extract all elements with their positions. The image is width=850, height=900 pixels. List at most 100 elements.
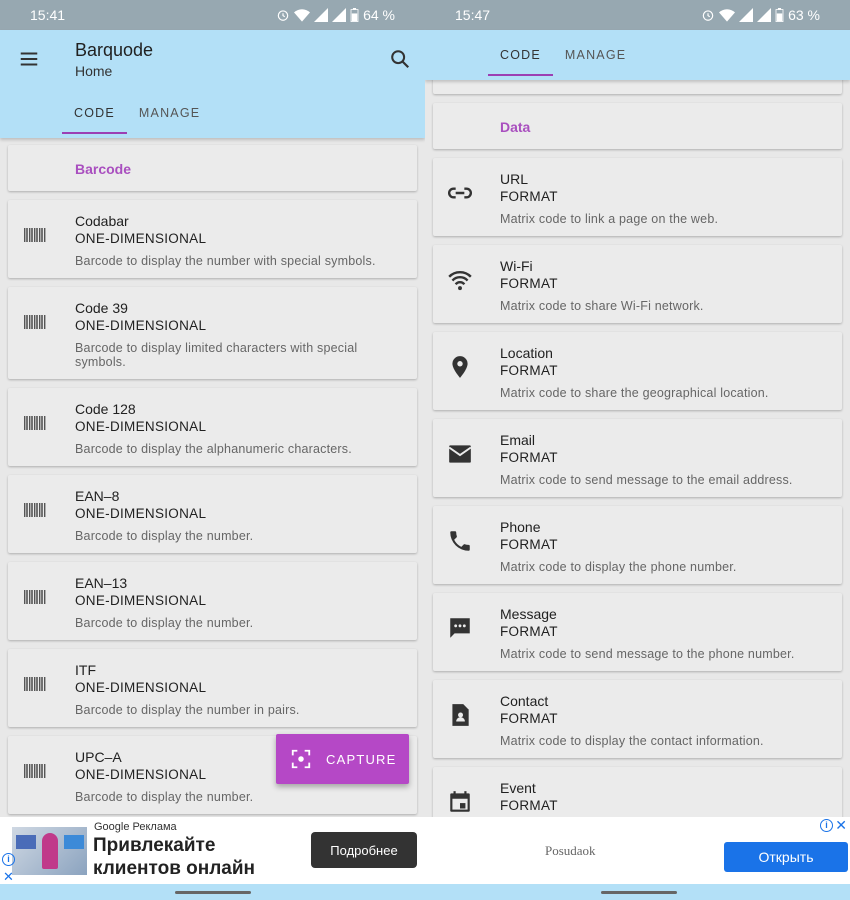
item-description: Barcode to display the alphanumeric char… <box>75 442 352 456</box>
ad-headline-line2: клиентов онлайн <box>93 858 256 879</box>
item-title: Message <box>500 606 557 622</box>
capture-label: CAPTURE <box>326 751 397 767</box>
section-header-data: Data <box>433 103 842 149</box>
phone-icon <box>447 528 473 554</box>
alarm-icon <box>277 10 289 21</box>
gesture-handle[interactable] <box>601 891 677 894</box>
item-format: ONE-DIMENSIONAL <box>75 231 207 246</box>
ad-close-icon[interactable]: ✕ <box>835 817 847 834</box>
item-format: ONE-DIMENSIONAL <box>75 419 207 434</box>
ad-banner[interactable]: i ✕ Google Реклама Привлекайте клиентов … <box>0 817 425 884</box>
status-time: 15:41 <box>30 7 66 23</box>
tab-manage[interactable]: MANAGE <box>127 96 212 134</box>
ad-headline-line1: Привлекайте <box>93 835 216 856</box>
list-item-phone[interactable]: Phone FORMAT Matrix code to display the ph… <box>433 506 842 584</box>
item-format: FORMAT <box>500 624 558 639</box>
list-item-wi-fi[interactable]: Wi-Fi FORMAT Matrix code to share Wi-Fi ne… <box>433 245 842 323</box>
item-title: EAN–8 <box>75 488 120 504</box>
wifi-status-icon <box>294 9 311 22</box>
list-item-contact[interactable]: Contact FORMAT Matrix code to display the … <box>433 680 842 758</box>
item-format: ONE-DIMENSIONAL <box>75 680 207 695</box>
email-icon <box>447 441 473 467</box>
item-description: Barcode to display the number. <box>75 529 254 543</box>
item-format: FORMAT <box>500 189 558 204</box>
list-item-location[interactable]: Location FORMAT Matrix code to share the g… <box>433 332 842 410</box>
section-label: Barcode <box>75 161 132 177</box>
list-item-itf[interactable]: ITF ONE-DIMENSIONAL Barcode to display the… <box>8 649 417 727</box>
barcode-icon <box>22 758 48 784</box>
gesture-handle[interactable] <box>175 891 251 894</box>
status-icons: 64 % <box>276 7 395 23</box>
list-item-code-39[interactable]: Code 39 ONE-DIMENSIONAL Barcode to display… <box>8 287 417 379</box>
battery-percent: 63 % <box>788 7 820 23</box>
list-item-event[interactable]: Event FORMAT <box>433 767 842 817</box>
item-description: Matrix code to send message to the email… <box>500 473 793 487</box>
status-bar: 15:41 64 % <box>0 0 425 30</box>
menu-icon[interactable] <box>18 48 40 70</box>
ad-info-icon[interactable]: i <box>820 819 833 832</box>
tab-bar: CODE MANAGE <box>488 38 638 76</box>
ad-close-icon[interactable]: ✕ <box>3 869 14 885</box>
list-item-ean-8[interactable]: EAN–8 ONE-DIMENSIONAL Barcode to display t… <box>8 475 417 553</box>
list-item-url[interactable]: URL FORMAT Matrix code to link a page on t… <box>433 158 842 236</box>
wifi-status-icon <box>719 9 736 22</box>
tab-code[interactable]: CODE <box>62 96 127 134</box>
capture-button[interactable]: CAPTURE <box>276 734 409 784</box>
signal-icon-2 <box>332 8 347 22</box>
ad-banner[interactable]: i ✕ Posudaok Открыть <box>425 817 850 884</box>
battery-percent: 64 % <box>363 7 395 23</box>
code-list-viewport[interactable]: Barcode Codabar ONE-DIMENSIONAL Barcode to… <box>0 138 425 817</box>
calendar-icon <box>447 789 473 815</box>
status-bar: 15:47 63 % <box>425 0 850 30</box>
app-subtitle: Home <box>75 63 113 79</box>
item-title: Event <box>500 780 536 796</box>
item-format: FORMAT <box>500 276 558 291</box>
navigation-bar <box>0 884 425 900</box>
signal-icon <box>314 8 329 22</box>
list-item-code-128[interactable]: Code 128 ONE-DIMENSIONAL Barcode to displa… <box>8 388 417 466</box>
contact-icon <box>447 702 473 728</box>
item-description: Barcode to display the number in pairs. <box>75 703 300 717</box>
item-description: Barcode to display the number. <box>75 616 254 630</box>
ad-more-button[interactable]: Подробнее <box>311 832 417 868</box>
location-pin-icon <box>447 354 473 380</box>
list-item-email[interactable]: Email FORMAT Matrix code to send message t… <box>433 419 842 497</box>
capture-icon <box>291 749 311 769</box>
item-description: Matrix code to share the geographical lo… <box>500 386 769 400</box>
barcode-icon <box>22 671 48 697</box>
item-title: EAN–13 <box>75 575 128 591</box>
item-description: Barcode to display limited characters wi… <box>75 341 358 369</box>
item-format: ONE-DIMENSIONAL <box>75 318 207 333</box>
tab-bar: CODE MANAGE <box>62 96 212 134</box>
code-list-viewport[interactable]: Data URL FORMAT Matrix code to link a page… <box>425 80 850 817</box>
status-icons: 63 % <box>701 7 820 23</box>
wifi-icon <box>447 267 473 293</box>
battery-icon <box>350 8 359 22</box>
item-title: Location <box>500 345 553 361</box>
item-description: Matrix code to display the phone number. <box>500 560 737 574</box>
signal-icon-2 <box>757 8 772 22</box>
list-item-message[interactable]: Message FORMAT Matrix code to send message… <box>433 593 842 671</box>
list-item-ean-13[interactable]: EAN–13 ONE-DIMENSIONAL Barcode to display … <box>8 562 417 640</box>
item-format: ONE-DIMENSIONAL <box>75 506 207 521</box>
app-bar: CODE MANAGE <box>425 30 850 80</box>
ad-label: Google Реклама <box>94 821 177 833</box>
barcode-icon <box>22 410 48 436</box>
search-icon[interactable] <box>389 48 411 70</box>
list-item-partial[interactable] <box>433 80 842 94</box>
item-description: Barcode to display the number. <box>75 790 254 804</box>
item-format: FORMAT <box>500 450 558 465</box>
status-time: 15:47 <box>455 7 491 23</box>
item-title: Email <box>500 432 536 448</box>
tab-manage[interactable]: MANAGE <box>553 38 638 76</box>
item-format: FORMAT <box>500 798 558 813</box>
alarm-icon <box>702 10 714 21</box>
battery-icon <box>775 8 784 22</box>
item-format: FORMAT <box>500 363 558 378</box>
ad-open-button[interactable]: Открыть <box>724 842 848 872</box>
tab-code[interactable]: CODE <box>488 38 553 76</box>
ad-brand: Posudaok <box>545 843 596 858</box>
list-item-codabar[interactable]: Codabar ONE-DIMENSIONAL Barcode to display… <box>8 200 417 278</box>
item-title: Code 128 <box>75 401 136 417</box>
ad-info-icon[interactable]: i <box>2 853 15 866</box>
